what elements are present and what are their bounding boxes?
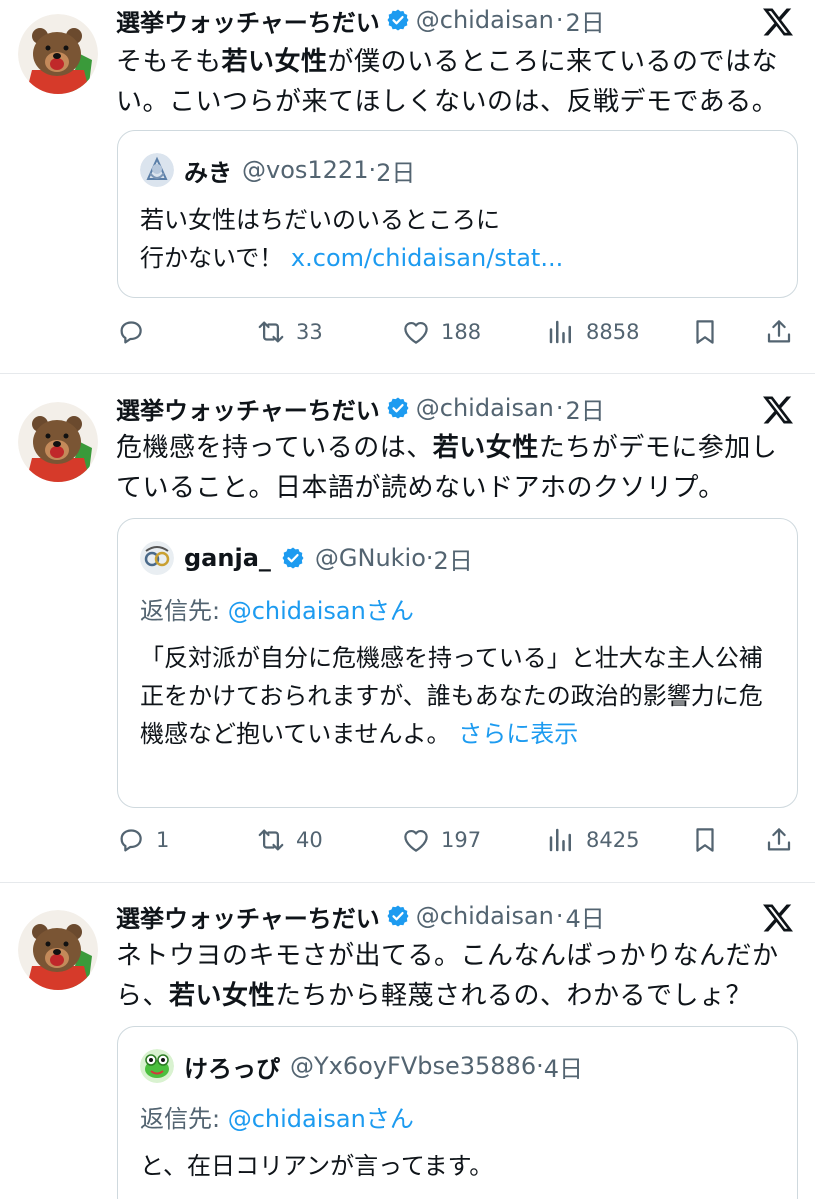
quoted-author-handle: @Yx6oyFVbse35886: [290, 1052, 537, 1080]
anime-character-avatar-icon: [140, 153, 174, 187]
separator: ·: [425, 544, 434, 572]
quoted-tweet[interactable]: みき @vos1221 · 2日 若い女性はちだいのいるところに 行かないで！ …: [117, 130, 798, 298]
verified-badge-icon: [387, 905, 409, 927]
views-chart-icon: [549, 320, 571, 344]
reply-icon: [120, 321, 142, 344]
quoted-header: ganja_ @GNukio · 2日: [140, 541, 473, 575]
like-count: 188: [441, 320, 482, 344]
view-count: 8858: [586, 320, 640, 344]
action-bar: 33 188 8858: [116, 312, 800, 352]
bear-avatar-icon: [18, 910, 98, 990]
quoted-author-handle: @GNukio: [314, 544, 426, 572]
quoted-header: けろっぴ @Yx6oyFVbse35886 · 4日: [140, 1049, 583, 1083]
quoted-link[interactable]: x.com/chidaisan/stat...: [291, 244, 563, 272]
divider: [0, 373, 815, 374]
tweet-text: 危機感を持っているのは、若い女性たちがデモに参加していること。日本語が読めないド…: [116, 433, 778, 503]
separator: ·: [555, 6, 564, 34]
timestamp[interactable]: 2日: [566, 391, 605, 426]
tweet[interactable]: 選挙ウォッチャーちだい @chidaisan · 4日 ネトウヨのキモさが出てる…: [0, 896, 815, 1199]
bear-avatar-icon: [18, 402, 98, 482]
author-handle[interactable]: @chidaisan: [416, 6, 554, 34]
author-handle[interactable]: @chidaisan: [416, 902, 554, 930]
quoted-author-handle: @vos1221: [242, 156, 369, 184]
bear-avatar-icon: [18, 14, 98, 94]
views-button[interactable]: 8858: [546, 312, 639, 352]
bookmark-icon: [696, 320, 714, 344]
bookmark-button[interactable]: [690, 820, 720, 860]
quoted-text: 若い女性はちだいのいるところに 行かないで！ x.com/chidaisan/s…: [140, 206, 564, 272]
separator: ·: [368, 156, 377, 184]
author-handle[interactable]: @chidaisan: [416, 394, 554, 422]
spiral-logo-avatar-icon: [140, 541, 174, 575]
tweet-text: そもそも若い女性が僕のいるところに来ているのではない。こいつらが来てほしくないの…: [116, 47, 779, 117]
quoted-timestamp: 2日: [433, 546, 473, 575]
tweet[interactable]: 選挙ウォッチャーちだい @chidaisan · 2日 危機感を持っているのは、…: [0, 388, 815, 882]
author-name[interactable]: 選挙ウォッチャーちだい: [116, 391, 380, 426]
divider: [0, 882, 815, 883]
avatar[interactable]: [18, 910, 98, 990]
tweet-header: 選挙ウォッチャーちだい @chidaisan · 2日: [116, 388, 605, 428]
heart-icon: [404, 829, 428, 852]
timestamp[interactable]: 2日: [566, 3, 605, 38]
quoted-author-name: ganja_: [184, 544, 271, 572]
verified-badge-icon: [282, 547, 304, 569]
quoted-author-name: けろっぴ: [184, 1054, 280, 1083]
tweet-text: ネトウヨのキモさが出てる。こんなんばっかりなんだから、若い女性たちから軽蔑される…: [116, 941, 779, 1011]
verified-badge-icon: [387, 397, 409, 419]
avatar[interactable]: [18, 402, 98, 482]
share-icon: [767, 828, 791, 851]
retweet-button[interactable]: 33: [256, 312, 323, 352]
share-icon: [767, 320, 791, 343]
tweet-header: 選挙ウォッチャーちだい @chidaisan · 2日: [116, 0, 605, 40]
avatar[interactable]: [18, 14, 98, 94]
retweet-count: 33: [296, 320, 323, 344]
view-count: 8425: [586, 828, 640, 852]
retweet-count: 40: [296, 828, 323, 852]
bookmark-icon: [696, 828, 714, 852]
author-name[interactable]: 選挙ウォッチャーちだい: [116, 3, 380, 38]
quoted-text: 「反対派が自分に危機感を持っている」と壮大な主人公補正をかけておられますが、誰も…: [140, 644, 763, 748]
action-bar: 1 40 197 8425: [116, 820, 800, 860]
reply-to-line: 返信先: @chidaisanさん: [140, 1105, 414, 1133]
views-button[interactable]: 8425: [546, 820, 639, 860]
quoted-timestamp: 2日: [376, 158, 416, 187]
tweet[interactable]: 選挙ウォッチャーちだい @chidaisan · 2日 そもそも若い女性が僕のい…: [0, 0, 815, 372]
frog-character-avatar-icon: [140, 1049, 174, 1083]
separator: ·: [555, 394, 564, 422]
verified-badge-icon: [387, 9, 409, 31]
like-button[interactable]: 188: [401, 312, 481, 352]
reply-count: 1: [156, 828, 170, 852]
retweet-button[interactable]: 40: [256, 820, 323, 860]
views-chart-icon: [549, 828, 571, 852]
reply-to-handle[interactable]: @chidaisan: [228, 1105, 366, 1133]
quoted-tweet[interactable]: けろっぴ @Yx6oyFVbse35886 · 4日 返信先: @chidais…: [117, 1026, 798, 1199]
quoted-text: と、在日コリアンが言ってます。: [140, 1152, 494, 1180]
reply-to-line: 返信先: @chidaisanさん: [140, 597, 414, 625]
x-logo-icon: [763, 8, 793, 36]
share-button[interactable]: [764, 312, 794, 352]
reply-icon: [120, 829, 142, 852]
x-logo-icon: [763, 396, 793, 424]
show-more-link[interactable]: さらに表示: [458, 720, 578, 748]
quoted-timestamp: 4日: [543, 1054, 584, 1083]
quoted-author-name: みき: [184, 158, 232, 187]
retweet-icon: [258, 829, 284, 851]
quoted-header: みき @vos1221 · 2日: [140, 153, 415, 187]
separator: ·: [555, 902, 564, 930]
reply-to-handle[interactable]: @chidaisan: [228, 597, 366, 625]
like-button[interactable]: 197: [401, 820, 481, 860]
timestamp[interactable]: 4日: [566, 899, 605, 934]
tweet-header: 選挙ウォッチャーちだい @chidaisan · 4日: [116, 896, 605, 936]
quoted-tweet[interactable]: ganja_ @GNukio · 2日 返信先: @chidaisanさん 「反…: [117, 518, 798, 808]
bookmark-button[interactable]: [690, 312, 720, 352]
retweet-icon: [258, 321, 284, 343]
like-count: 197: [441, 828, 482, 852]
reply-button[interactable]: [116, 312, 146, 352]
share-button[interactable]: [764, 820, 794, 860]
author-name[interactable]: 選挙ウォッチャーちだい: [116, 899, 380, 934]
heart-icon: [404, 321, 428, 344]
separator: ·: [536, 1052, 544, 1080]
x-logo-icon: [763, 904, 793, 932]
reply-button[interactable]: 1: [116, 820, 169, 860]
